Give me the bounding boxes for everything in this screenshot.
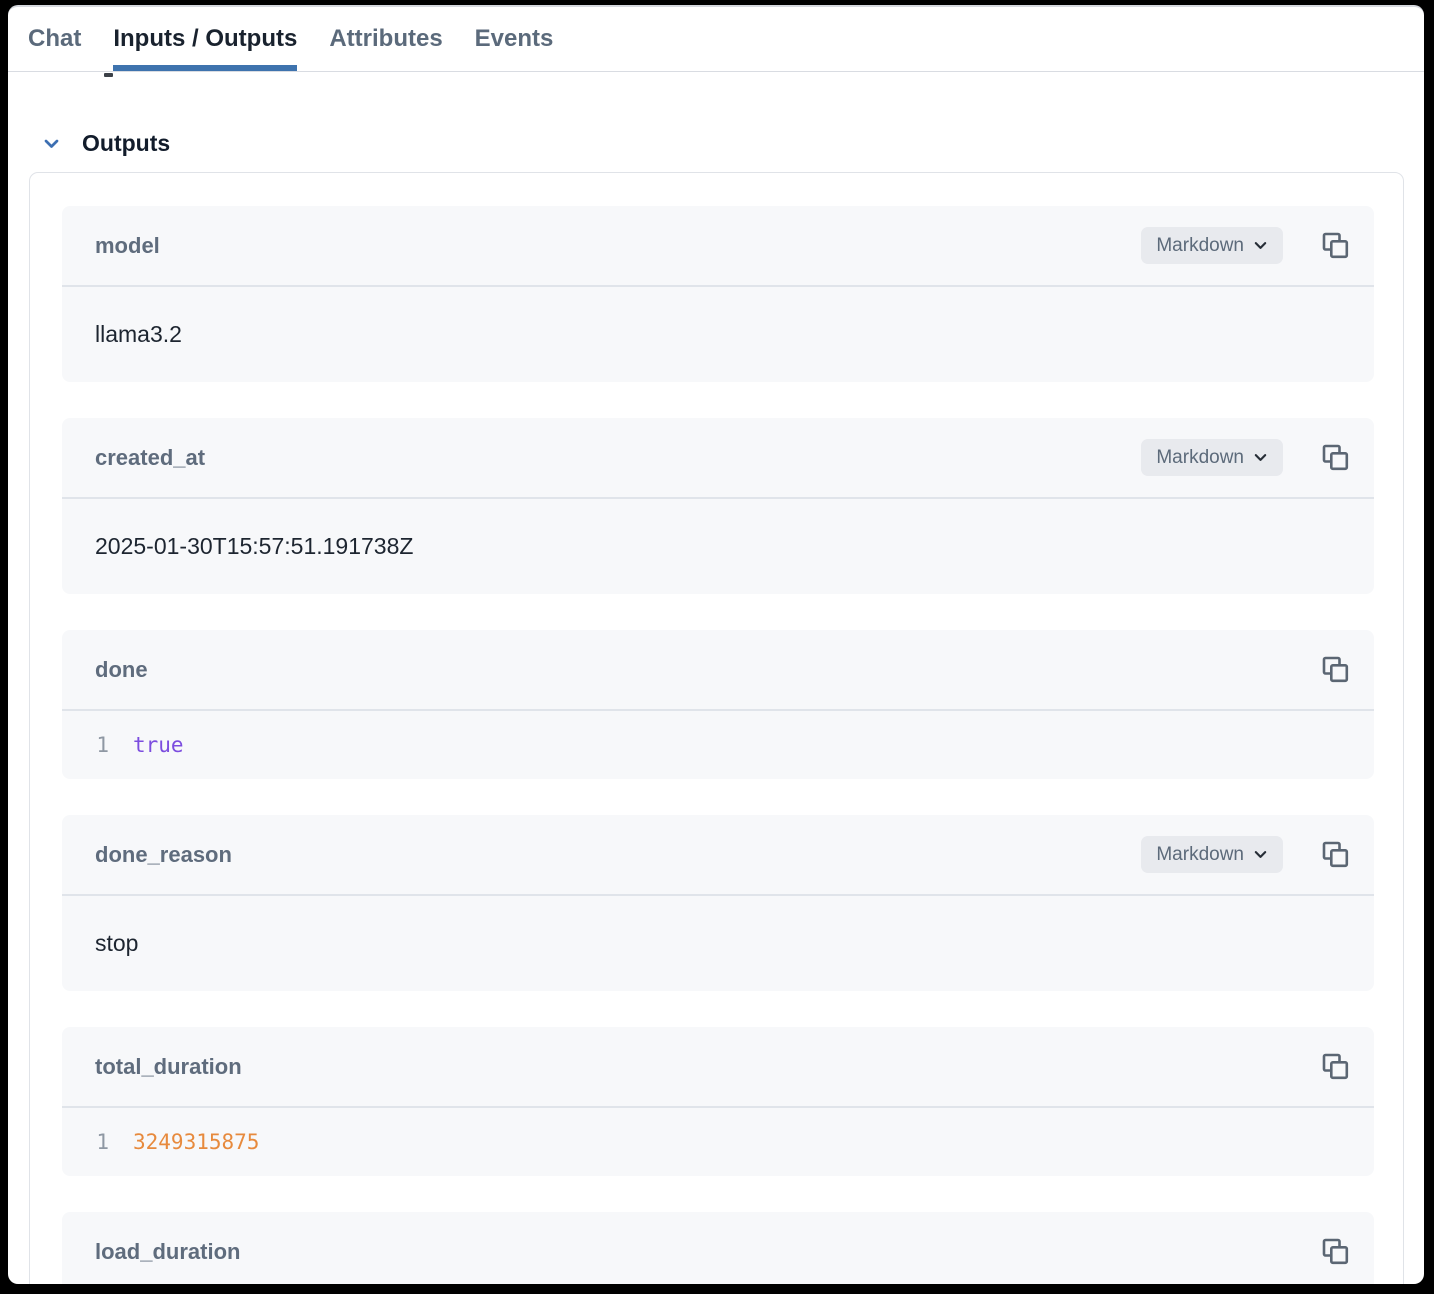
- field-value: 2025-01-30T15:57:51.191738Z: [62, 499, 1374, 594]
- format-select-value: Markdown: [1156, 844, 1244, 866]
- copy-icon: [1322, 444, 1349, 471]
- field-label: done_reason: [95, 842, 232, 868]
- field-card-done-reason: done_reason Markdown stop: [62, 815, 1374, 991]
- chevron-down-icon: [1253, 847, 1268, 862]
- copy-icon: [1322, 656, 1349, 683]
- field-label: done: [95, 657, 148, 683]
- format-select[interactable]: Markdown: [1141, 227, 1283, 264]
- scrolled-content-remnant: [104, 73, 113, 77]
- copy-icon: [1322, 841, 1349, 868]
- tab-events[interactable]: Events: [475, 7, 554, 71]
- chevron-down-icon[interactable]: [42, 134, 61, 153]
- copy-icon: [1322, 232, 1349, 259]
- field-card-total-duration: total_duration 1 3249315875: [62, 1027, 1374, 1176]
- format-select[interactable]: Markdown: [1141, 836, 1283, 873]
- trace-detail-panel: Chat Inputs / Outputs Attributes Events …: [8, 5, 1424, 1284]
- outputs-section-header: Outputs: [42, 130, 1424, 156]
- format-select[interactable]: Markdown: [1141, 439, 1283, 476]
- field-value: llama3.2: [62, 287, 1374, 382]
- field-value: true: [133, 733, 184, 757]
- field-label: total_duration: [95, 1054, 242, 1080]
- code-viewer: 1 true: [62, 711, 1374, 779]
- field-label: model: [95, 233, 160, 259]
- tab-chat[interactable]: Chat: [28, 7, 81, 71]
- chevron-down-icon: [1253, 238, 1268, 253]
- field-card-created-at: created_at Markdown 2025-01-30T15:57:51.…: [62, 418, 1374, 594]
- tab-attributes[interactable]: Attributes: [329, 7, 442, 71]
- field-card-model: model Markdown llama3.2: [62, 206, 1374, 382]
- line-number: 1: [95, 1130, 109, 1154]
- copy-button[interactable]: [1322, 1053, 1349, 1080]
- copy-button[interactable]: [1322, 656, 1349, 683]
- copy-icon: [1322, 1053, 1349, 1080]
- field-value: 3249315875: [133, 1130, 259, 1154]
- field-header: model Markdown: [62, 206, 1374, 287]
- chevron-down-icon: [1253, 450, 1268, 465]
- field-header: done_reason Markdown: [62, 815, 1374, 896]
- line-number: 1: [95, 733, 109, 757]
- copy-icon: [1322, 1238, 1349, 1265]
- outputs-panel: model Markdown llama3.2 cre: [29, 172, 1404, 1284]
- field-card-load-duration: load_duration: [62, 1212, 1374, 1284]
- tab-inputs-outputs[interactable]: Inputs / Outputs: [113, 7, 297, 71]
- field-value: stop: [62, 896, 1374, 991]
- field-label: load_duration: [95, 1239, 240, 1265]
- field-header: created_at Markdown: [62, 418, 1374, 499]
- field-label: created_at: [95, 445, 205, 471]
- section-title: Outputs: [82, 130, 170, 157]
- field-header: total_duration: [62, 1027, 1374, 1108]
- copy-button[interactable]: [1322, 232, 1349, 259]
- field-card-done: done 1 true: [62, 630, 1374, 779]
- copy-button[interactable]: [1322, 444, 1349, 471]
- tab-bar: Chat Inputs / Outputs Attributes Events: [8, 7, 1424, 72]
- field-header: done: [62, 630, 1374, 711]
- code-viewer: 1 3249315875: [62, 1108, 1374, 1176]
- field-header: load_duration: [62, 1212, 1374, 1284]
- copy-button[interactable]: [1322, 1238, 1349, 1265]
- copy-button[interactable]: [1322, 841, 1349, 868]
- format-select-value: Markdown: [1156, 447, 1244, 469]
- format-select-value: Markdown: [1156, 235, 1244, 257]
